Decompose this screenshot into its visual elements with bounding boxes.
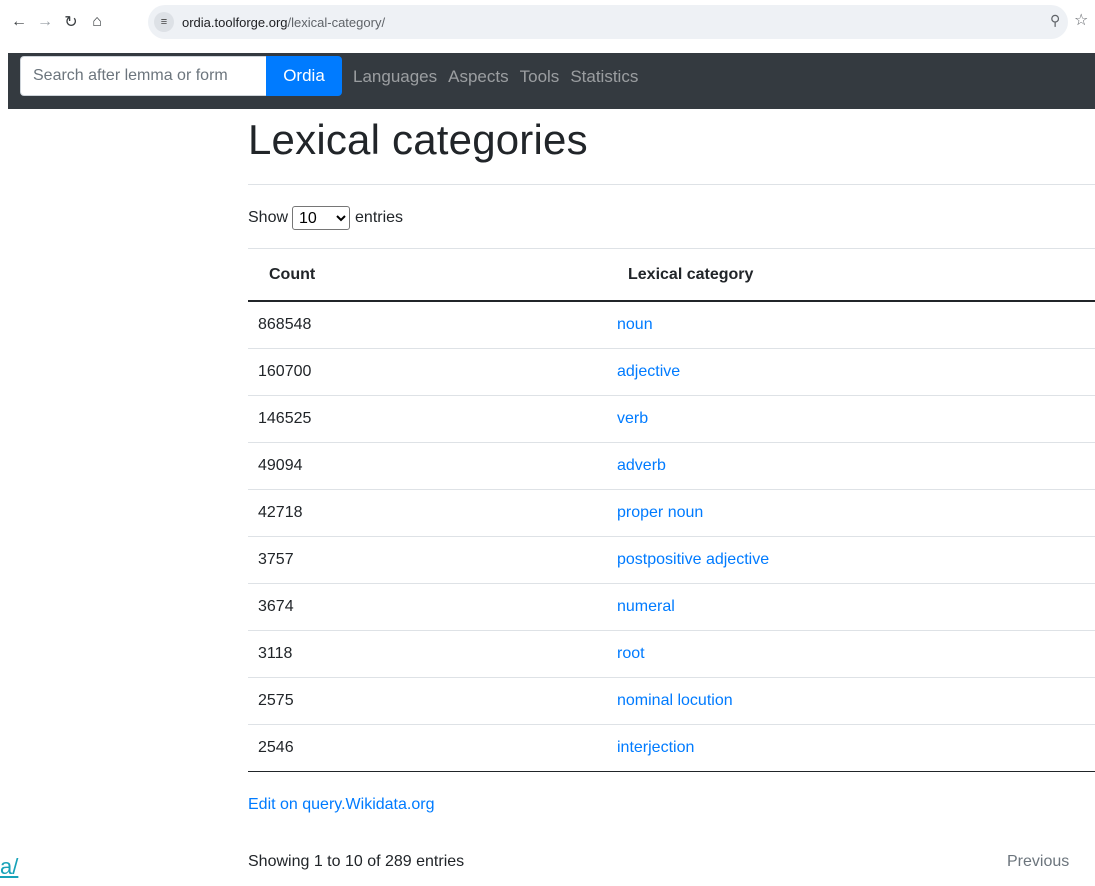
- category-link[interactable]: interjection: [617, 739, 694, 756]
- nav-link-languages[interactable]: Languages: [353, 67, 437, 87]
- ordia-search-button[interactable]: Ordia: [266, 56, 342, 96]
- table-row: 3118 root: [248, 630, 1095, 678]
- count-cell: 42718: [248, 489, 607, 537]
- browser-toolbar: ← → ↻ ⌂ ≡ ordia.toolforge.org/lexical-ca…: [0, 0, 1095, 44]
- table-row: 2546 interjection: [248, 724, 1095, 772]
- bookmark-star-icon[interactable]: ☆: [1074, 10, 1088, 30]
- address-bar[interactable]: ≡ ordia.toolforge.org/lexical-category/: [148, 5, 1068, 39]
- length-prefix-label: Show: [248, 209, 289, 226]
- category-link[interactable]: postpositive adjective: [617, 551, 769, 568]
- category-cell: numeral: [607, 583, 1095, 631]
- category-cell: interjection: [607, 724, 1095, 772]
- table-row: 2575 nominal locution: [248, 677, 1095, 725]
- category-cell: root: [607, 630, 1095, 678]
- search-input[interactable]: [20, 56, 266, 96]
- page-title: Lexical categories: [248, 116, 588, 163]
- nav-link-aspects[interactable]: Aspects: [448, 67, 508, 87]
- category-link[interactable]: verb: [617, 410, 648, 427]
- category-cell: adverb: [607, 442, 1095, 490]
- category-cell: nominal locution: [607, 677, 1095, 725]
- table-row: 49094 adverb: [248, 442, 1095, 490]
- count-cell: 2575: [248, 677, 607, 725]
- table-row: 42718 proper noun: [248, 489, 1095, 537]
- edit-on-wikidata-link[interactable]: Edit on query.Wikidata.org: [248, 796, 434, 814]
- back-arrow-icon[interactable]: ←: [8, 11, 30, 33]
- length-suffix-label: entries: [355, 209, 404, 226]
- reload-icon[interactable]: ↻: [60, 11, 82, 33]
- category-link[interactable]: adverb: [617, 457, 666, 474]
- site-settings-icon[interactable]: ≡: [154, 12, 174, 32]
- table-row: 160700 adjective: [248, 348, 1095, 396]
- zoom-icon[interactable]: ⚲: [1050, 12, 1060, 29]
- category-cell: noun: [607, 301, 1095, 349]
- table-header-row: Count Lexical category: [248, 248, 1095, 302]
- nav-link-tools[interactable]: Tools: [520, 67, 560, 87]
- category-cell: adjective: [607, 348, 1095, 396]
- pagination-previous-button[interactable]: Previous: [1007, 853, 1069, 871]
- category-link[interactable]: proper noun: [617, 504, 703, 521]
- count-cell: 2546: [248, 724, 607, 772]
- category-cell: verb: [607, 395, 1095, 443]
- column-header-lexical-category[interactable]: Lexical category: [607, 248, 1095, 302]
- category-cell: postpositive adjective: [607, 536, 1095, 584]
- category-link[interactable]: numeral: [617, 598, 675, 615]
- home-icon[interactable]: ⌂: [86, 11, 108, 33]
- category-link[interactable]: noun: [617, 316, 653, 333]
- navbar-links: Languages Aspects Tools Statistics: [353, 67, 649, 87]
- count-cell: 3757: [248, 536, 607, 584]
- table-row: 3757 postpositive adjective: [248, 536, 1095, 584]
- category-link[interactable]: adjective: [617, 363, 680, 380]
- top-navbar: Ordia Languages Aspects Tools Statistics: [8, 53, 1095, 109]
- count-cell: 3118: [248, 630, 607, 678]
- entries-length-control: Show 10 entries: [248, 206, 403, 230]
- table-row: 3674 numeral: [248, 583, 1095, 631]
- table-row: 146525 verb: [248, 395, 1095, 443]
- count-cell: 868548: [258, 316, 312, 333]
- lexical-categories-table: Count Lexical category 868548 noun 16070…: [248, 248, 1095, 772]
- count-cell: 49094: [248, 442, 607, 490]
- table-row: 868548 noun: [248, 301, 1095, 349]
- partial-link[interactable]: a/: [0, 854, 18, 880]
- title-divider: [248, 184, 1095, 185]
- entries-per-page-select[interactable]: 10: [292, 206, 351, 230]
- count-cell: 160700: [248, 348, 607, 396]
- table-info-text: Showing 1 to 10 of 289 entries: [248, 853, 465, 870]
- count-cell: 3674: [248, 583, 607, 631]
- nav-link-statistics[interactable]: Statistics: [570, 67, 638, 87]
- column-header-count[interactable]: Count: [248, 248, 607, 302]
- category-link[interactable]: nominal locution: [617, 692, 733, 709]
- forward-arrow-icon[interactable]: →: [34, 11, 56, 33]
- category-cell: proper noun: [607, 489, 1095, 537]
- count-cell: 146525: [248, 395, 607, 443]
- address-url[interactable]: ordia.toolforge.org/lexical-category/: [182, 15, 385, 30]
- category-link[interactable]: root: [617, 645, 645, 662]
